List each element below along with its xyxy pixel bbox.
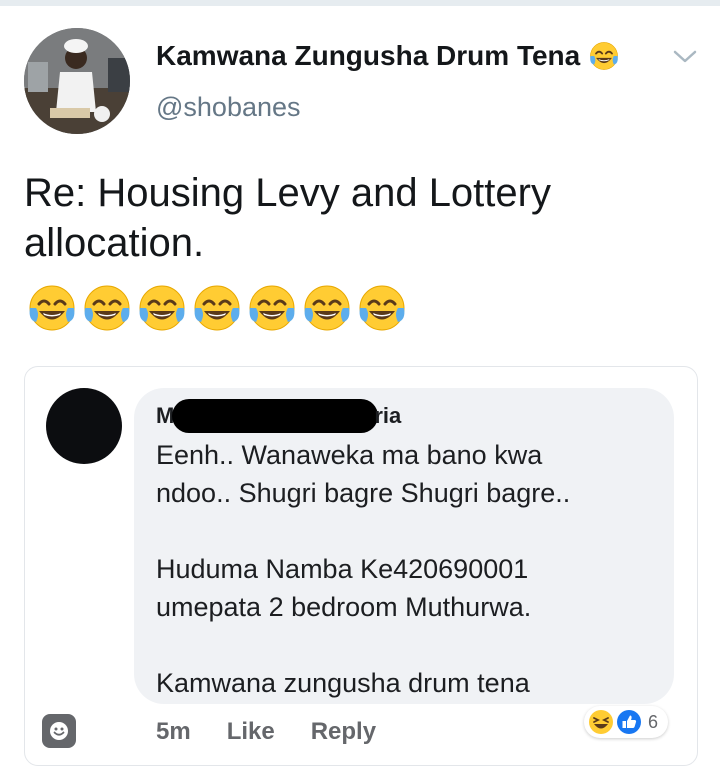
reaction-count: 6 (648, 711, 659, 732)
tears-of-joy-emoji (304, 285, 350, 331)
laughing-emoji (589, 710, 613, 734)
tears-of-joy-emoji (139, 285, 185, 331)
comment-line: Kamwana zungusha drum tena (156, 668, 530, 698)
tweet-text: Re: Housing Levy and Lottery allocation. (24, 171, 551, 265)
emoji-picker-button[interactable] (42, 714, 76, 748)
tears-of-joy-emoji (194, 285, 240, 331)
tears-of-joy-emoji (590, 42, 619, 70)
comment-line: Huduma Namba Ke420690001 (156, 554, 529, 584)
reply-button[interactable]: Reply (311, 718, 376, 746)
comment-line: ndoo.. Shugri bagre Shugri bagre.. (156, 478, 571, 508)
emoji-row (26, 282, 408, 334)
comment-actions: 5m Like Reply (156, 718, 376, 746)
display-name-text: Kamwana Zungusha Drum Tena (156, 40, 581, 71)
profile-avatar[interactable] (24, 28, 130, 134)
comment-text: Eenh.. Wanaweka ma bano kwa ndoo.. Shugr… (156, 436, 666, 702)
comment-line: umepata 2 bedroom Muthurwa. (156, 592, 532, 622)
user-handle[interactable]: @shobanes (156, 92, 301, 123)
comment-line-break (156, 512, 666, 550)
chevron-down-icon[interactable] (672, 48, 698, 66)
reaction-summary[interactable]: 6 (584, 706, 669, 738)
tears-of-joy-emoji (359, 285, 405, 331)
commenter-name[interactable]: M ria (156, 399, 402, 433)
commenter-avatar[interactable] (46, 388, 122, 464)
comment-line: Eenh.. Wanaweka ma bano kwa (156, 440, 543, 470)
commenter-name-end: ria (374, 403, 402, 428)
like-button[interactable]: Like (227, 718, 275, 746)
top-divider (0, 0, 720, 6)
comment-timestamp[interactable]: 5m (156, 718, 191, 746)
name-redaction (172, 399, 379, 433)
smiley-icon (50, 722, 68, 740)
tears-of-joy-emoji (84, 285, 130, 331)
like-thumb-icon (617, 710, 641, 734)
comment-line-break (156, 626, 666, 664)
tears-of-joy-emoji (29, 285, 75, 331)
display-name[interactable]: Kamwana Zungusha Drum Tena (156, 40, 620, 72)
tears-of-joy-emoji (249, 285, 295, 331)
